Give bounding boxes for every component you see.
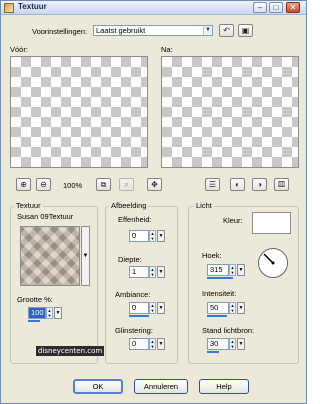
light-color-swatch[interactable] <box>252 212 291 234</box>
shininess-spinner[interactable]: 0 ▲ ▼ ▼ <box>129 338 169 350</box>
texture-size-level <box>28 320 40 322</box>
chevron-down-icon[interactable]: ▼ <box>237 302 245 314</box>
close-button[interactable]: ✕ <box>286 2 300 13</box>
pan-button[interactable]: ✥ <box>147 178 162 191</box>
title-bar[interactable]: Textuur – □ ✕ <box>1 1 306 15</box>
chevron-down-icon[interactable]: ▼ <box>237 338 245 350</box>
save-icon: ▣ <box>241 26 250 35</box>
shininess-label: Glinstering: <box>115 326 153 335</box>
preview-after-label: Na: <box>161 45 173 54</box>
zoom-100-button[interactable]: ⌕ <box>119 178 134 191</box>
light-intensity-input[interactable]: 50 <box>207 302 229 314</box>
light-group-label: Licht <box>194 201 214 210</box>
texture-size-input[interactable]: 100 <box>28 307 46 319</box>
ambience-label: Ambiance: <box>115 290 151 299</box>
spin-arrows-icon[interactable]: ▲ ▼ <box>149 338 156 350</box>
light-angle-spinner[interactable]: 315 ▲ ▼ ▼ <box>207 264 249 279</box>
auto-proof-button[interactable]: ◑ <box>252 178 267 191</box>
depth-label: Diepte: <box>118 255 142 264</box>
chevron-down-icon[interactable]: ▼ <box>157 338 165 350</box>
proof-button[interactable]: ◐ <box>230 178 245 191</box>
chevron-down-icon: ▼ <box>82 253 89 259</box>
light-elevation-input[interactable]: 30 <box>207 338 229 350</box>
zoom-in-button[interactable]: ⊕ <box>16 178 31 191</box>
zoom-out-button[interactable]: ⊖ <box>36 178 51 191</box>
light-color-label: Kleur: <box>223 216 243 225</box>
chevron-down-icon[interactable]: ▼ <box>54 307 62 319</box>
spin-arrows-icon[interactable]: ▲ ▼ <box>229 302 236 314</box>
texture-size-label: Grootte %: <box>17 295 53 304</box>
texture-picker-button[interactable]: ▼ <box>81 226 90 286</box>
watermark: disneycenten.com <box>36 346 105 356</box>
presets-value: Laatst gebruikt <box>96 26 146 35</box>
presets-dropdown[interactable]: Laatst gebruikt ▼ <box>93 25 213 36</box>
preview-before-pane[interactable] <box>10 56 148 168</box>
spin-arrows-icon[interactable]: ▲ ▼ <box>149 266 156 278</box>
help-button[interactable]: Help <box>199 379 249 394</box>
preview-after-pane[interactable] <box>161 56 299 168</box>
light-elevation-level <box>207 351 219 353</box>
cancel-button[interactable]: Annuleren <box>134 379 188 394</box>
spin-arrows-icon[interactable]: ▲ ▼ <box>229 264 236 276</box>
ambience-input[interactable]: 0 <box>129 302 149 314</box>
fit-preview-button[interactable]: ⧉ <box>96 178 111 191</box>
zoom-out-icon: ⊖ <box>40 180 47 189</box>
ambience-level <box>129 315 149 317</box>
texture-size-spinner[interactable]: 100 ▲ ▼ ▼ <box>28 307 68 322</box>
chevron-down-icon[interactable]: ▼ <box>237 264 245 276</box>
light-angle-dial[interactable] <box>258 248 288 278</box>
fit-window-icon: ⧉ <box>100 180 107 189</box>
auto-proof-icon: ◑ <box>257 180 262 189</box>
randomize-button[interactable]: ⚄ <box>274 178 289 191</box>
chevron-down-icon: ▼ <box>203 26 212 35</box>
light-angle-label: Hoek: <box>202 251 222 260</box>
move-arrows-icon: ✥ <box>151 180 158 189</box>
reset-preset-button[interactable]: ↶ <box>219 24 234 37</box>
relief-label: Effenheid: <box>118 215 152 224</box>
shininess-input[interactable]: 0 <box>129 338 149 350</box>
depth-input[interactable]: 1 <box>129 266 149 278</box>
proof-eye-icon: ◐ <box>235 180 240 189</box>
ok-button[interactable]: OK <box>73 379 123 394</box>
preview-window-icon: ☰ <box>208 180 217 189</box>
texture-swatch[interactable] <box>20 226 80 286</box>
chevron-down-icon[interactable]: ▼ <box>157 302 165 314</box>
save-preset-button[interactable]: ▣ <box>238 24 253 37</box>
dice-icon: ⚄ <box>278 180 285 189</box>
window-title: Textuur <box>18 2 47 11</box>
depth-spinner[interactable]: 1 ▲ ▼ ▼ <box>129 266 169 278</box>
magnifier-icon: ⌕ <box>124 180 129 189</box>
preview-before-label: Vóór: <box>10 45 28 54</box>
light-intensity-spinner[interactable]: 50 ▲ ▼ ▼ <box>207 302 249 317</box>
minimize-button[interactable]: – <box>253 2 267 13</box>
toggle-preview-button[interactable]: ☰ <box>205 178 220 191</box>
light-angle-input[interactable]: 315 <box>207 264 229 276</box>
spin-arrows-icon[interactable]: ▲ ▼ <box>149 302 156 314</box>
spin-arrows-icon[interactable]: ▲ ▼ <box>229 338 236 350</box>
zoom-in-icon: ⊕ <box>20 180 27 189</box>
light-intensity-level <box>207 315 227 317</box>
undo-arrow-icon: ↶ <box>223 26 230 35</box>
relief-input[interactable]: 0 <box>129 230 149 242</box>
texture-name: Susan 09Textuur <box>17 212 74 221</box>
zoom-level: 100% <box>63 181 83 190</box>
spin-arrows-icon[interactable]: ▲ ▼ <box>46 307 53 319</box>
texture-group-label: Textuur <box>14 201 43 210</box>
relief-spinner[interactable]: 0 ▲ ▼ ▼ <box>129 230 169 242</box>
image-group-label: Afbeelding <box>109 201 149 210</box>
texture-dialog: Textuur – □ ✕ Voorinstellingen: Laatst g… <box>0 0 307 404</box>
chevron-down-icon[interactable]: ▼ <box>157 266 165 278</box>
presets-label: Voorinstellingen: <box>32 27 88 36</box>
light-elevation-spinner[interactable]: 30 ▲ ▼ ▼ <box>207 338 249 353</box>
light-angle-level <box>207 277 233 279</box>
maximize-button[interactable]: □ <box>269 2 283 13</box>
light-intensity-label: Intensiteit: <box>202 289 237 298</box>
ambience-spinner[interactable]: 0 ▲ ▼ ▼ <box>129 302 169 317</box>
light-elevation-label: Stand lichtbron: <box>202 326 255 335</box>
dial-needle-icon <box>263 253 275 265</box>
app-icon <box>4 3 14 13</box>
spin-arrows-icon[interactable]: ▲ ▼ <box>149 230 156 242</box>
chevron-down-icon[interactable]: ▼ <box>157 230 165 242</box>
